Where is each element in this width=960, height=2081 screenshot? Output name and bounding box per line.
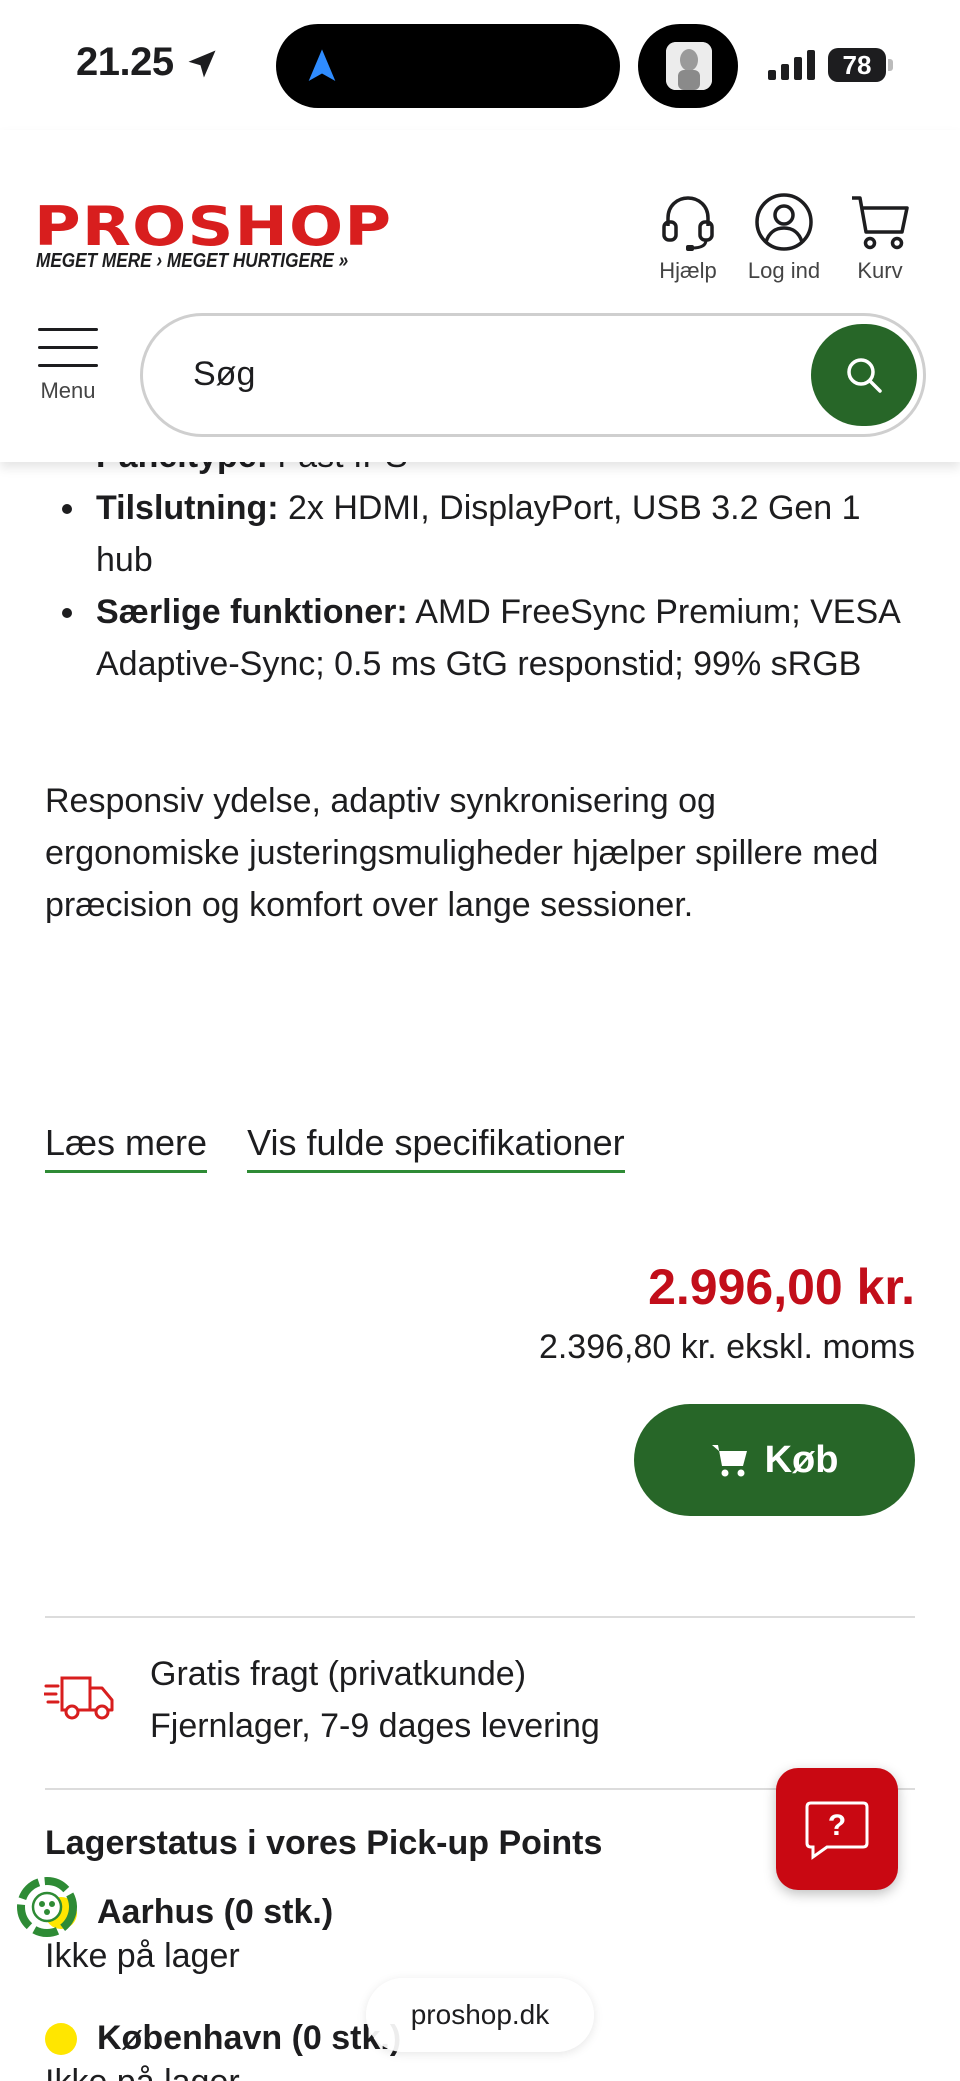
live-activity-indicator	[638, 24, 738, 108]
pickup-title: Lagerstatus i vores Pick-up Points	[45, 1824, 603, 1862]
site-header: PROSHOP MEGET MERE › MEGET HURTIGERE » H…	[0, 130, 960, 462]
logo-wordmark: PROSHOP	[34, 195, 393, 258]
login-label: Log ind	[747, 258, 821, 283]
login-button[interactable]: Log ind	[736, 192, 832, 284]
store-name: Aarhus (0 stk.)	[97, 1893, 334, 1931]
menu-button[interactable]: Menu	[28, 326, 108, 404]
activity-thumbnail-icon	[666, 42, 712, 90]
stock-status-dot	[45, 2023, 77, 2055]
location-arrow-icon	[188, 50, 216, 78]
eco-badge-icon[interactable]	[16, 1876, 78, 1938]
cart-label: Kurv	[857, 258, 903, 283]
store-row: Aarhus (0 stk.) Ikke på lager	[45, 1890, 333, 1978]
price: 2.996,00 kr.	[648, 1259, 915, 1315]
store-row: København (0 stk.) Ikke på lager	[45, 2016, 401, 2081]
user-icon	[755, 193, 813, 251]
store-status: Ikke på lager	[45, 1937, 240, 1975]
search-input[interactable]	[193, 344, 753, 404]
cart-icon	[711, 1445, 747, 1477]
divider	[45, 1616, 915, 1618]
product-description: Responsiv ydelse, adaptiv synkronisering…	[45, 782, 879, 924]
buy-label: Køb	[764, 1438, 839, 1481]
buy-button[interactable]: Køb	[634, 1404, 915, 1516]
delivery-line-1: Gratis fragt (privatkunde)	[150, 1655, 527, 1693]
browser-url-bar[interactable]: proshop.dk	[366, 1978, 594, 2052]
delivery-line-2: Fjernlager, 7-9 dages levering	[150, 1707, 600, 1745]
status-bar: 21.25 78	[0, 0, 960, 130]
hamburger-icon	[38, 326, 98, 370]
cart-icon	[852, 196, 909, 250]
chat-help-icon: ?	[805, 1801, 869, 1860]
help-fab-label: ?	[828, 1809, 846, 1842]
dynamic-island	[276, 24, 620, 108]
spec-list: Paneltype: Fast IPS Tilslutning: 2x HDMI…	[62, 430, 916, 690]
headset-icon	[662, 196, 714, 251]
search-icon	[847, 358, 882, 393]
delivery-info: Gratis fragt (privatkunde) Fjernlager, 7…	[150, 1648, 600, 1752]
spec-item: Tilslutning: 2x HDMI, DisplayPort, USB 3…	[62, 482, 916, 586]
battery-icon: 78	[828, 48, 894, 82]
delivery-truck-icon	[44, 1676, 114, 1720]
proshop-logo[interactable]: PROSHOP MEGET MERE › MEGET HURTIGERE »	[34, 195, 480, 273]
navigation-icon	[308, 49, 336, 81]
store-name: København (0 stk.)	[97, 2019, 402, 2057]
status-time: 21.25	[76, 40, 174, 84]
read-more-link[interactable]: Læs mere	[45, 1122, 208, 1173]
help-chat-button[interactable]: ?	[776, 1768, 898, 1890]
spec-item: Særlige funktioner: AMD FreeSync Premium…	[62, 586, 916, 690]
product-links: Læs mere Vis fulde specifikationer	[45, 1122, 655, 1173]
menu-label: Menu	[40, 378, 96, 403]
help-button[interactable]: Hjælp	[640, 192, 736, 284]
price-excl-vat: 2.396,80 kr. ekskl. moms	[538, 1328, 915, 1366]
logo-tagline: MEGET MERE › MEGET HURTIGERE »	[36, 250, 349, 272]
search-button[interactable]	[811, 324, 917, 426]
signal-icon	[768, 50, 815, 80]
cart-button[interactable]: Kurv	[832, 192, 928, 284]
help-label: Hjælp	[659, 258, 717, 283]
full-specs-link[interactable]: Vis fulde specifikationer	[247, 1122, 625, 1173]
store-status: Ikke på lager	[45, 2060, 401, 2081]
search-bar	[140, 313, 926, 437]
price-block: 2.996,00 kr. 2.396,80 kr. ekskl. moms	[539, 1258, 915, 1367]
battery-level: 78	[828, 48, 886, 82]
